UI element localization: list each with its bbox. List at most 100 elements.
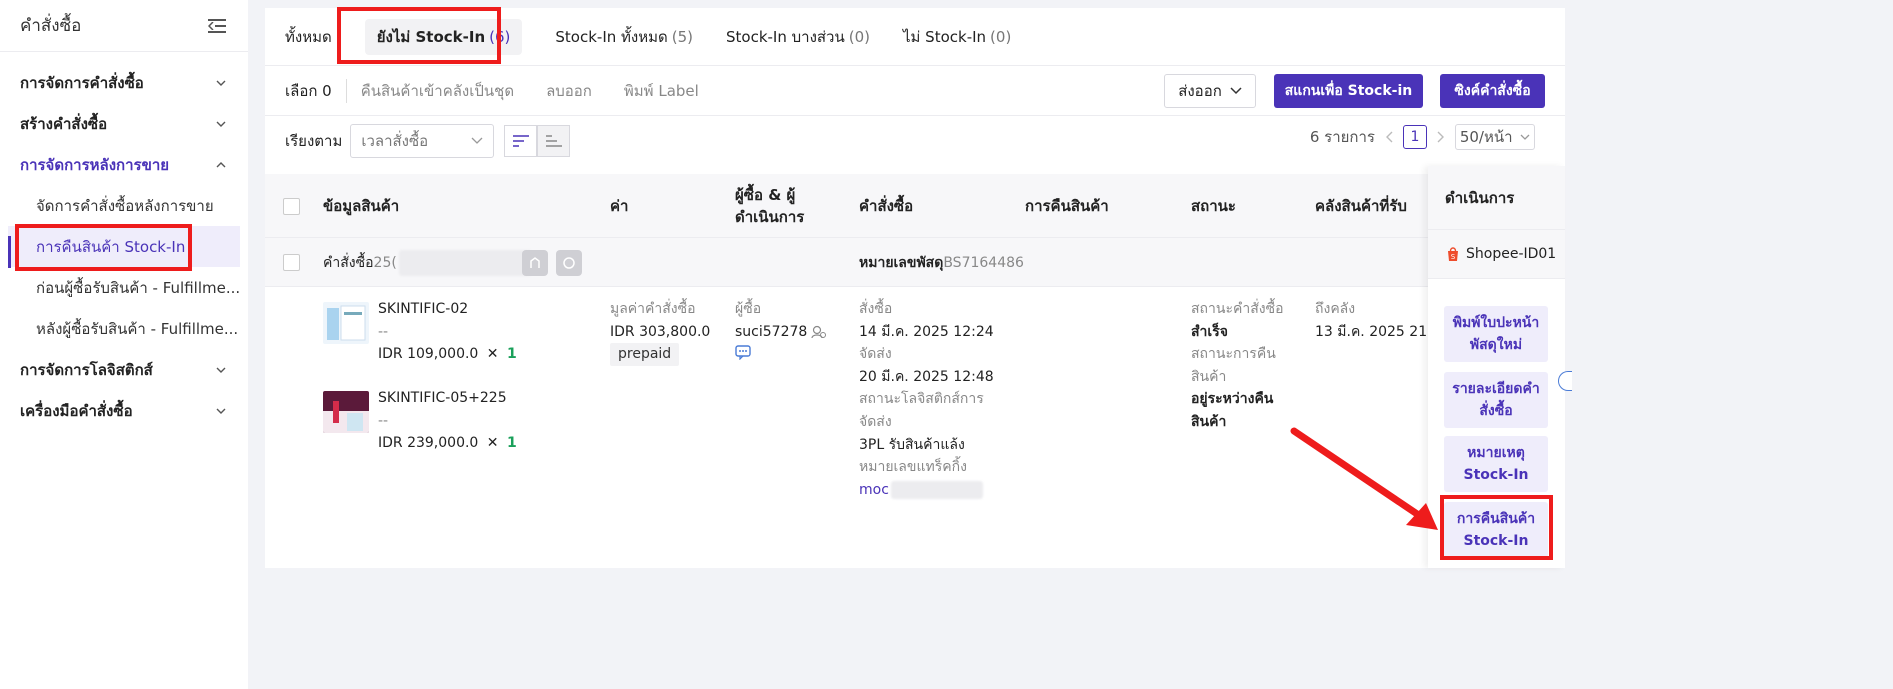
sidebar-item-return-stock-in[interactable]: การคืนสินค้า Stock-In — [8, 226, 240, 267]
tab-not-stocked-in[interactable]: ยังไม่ Stock-In (6) — [364, 18, 523, 55]
product-price: IDR 239,000.0 — [378, 435, 479, 452]
sort-direction-toggle — [504, 125, 571, 157]
action-bar: เลือก 0 คืนสินค้าเข้าคลังเป็นชุด ลบออก พ… — [265, 66, 1565, 116]
delete-button[interactable]: ลบออก — [546, 79, 592, 103]
sort-label: เรียงตาม — [285, 132, 343, 150]
sort-select[interactable]: เวลาสั่งซื้อ — [350, 124, 495, 158]
tab-partial-stocked-in[interactable]: Stock-In บางส่วน (0) — [726, 19, 870, 55]
tab-all[interactable]: ทั้งหมด — [285, 19, 332, 55]
logistics-label: สถานะโลจิสติกส์การ — [859, 391, 984, 408]
chevron-down-icon — [216, 80, 226, 86]
redacted-block — [398, 249, 531, 276]
sidebar-item-before-receipt-fulfillment[interactable]: ก่อนผู้ซื้อรับสินค้า - Fulfillme... — [0, 267, 248, 308]
action-label: พัสดุใหม่ — [1469, 337, 1523, 353]
sidebar-item-label: ก่อนผู้ซื้อรับสินค้า - Fulfillme... — [36, 278, 241, 297]
copy-icon[interactable] — [522, 249, 548, 276]
sidebar-group-after-sales[interactable]: การจัดการหลังการขาย — [0, 144, 248, 185]
sort-ascending-icon[interactable] — [537, 125, 571, 157]
print-new-label-button[interactable]: พิมพ์ใบปะหน้า พัสดุใหม่ — [1444, 306, 1548, 362]
tab-label: Stock-In ทั้งหมด — [555, 27, 668, 46]
tracking-link[interactable]: moc — [859, 479, 889, 502]
order-value: มูลค่าคำสั่งซื้อ IDR 303,800.0 prepaid — [610, 298, 710, 366]
bulk-restock-button[interactable]: คืนสินค้าเข้าคลังเป็นชุด — [361, 79, 514, 103]
select-all-checkbox[interactable] — [283, 197, 300, 215]
chat-icon[interactable] — [735, 345, 751, 361]
sidebar-group-order-management[interactable]: การจัดการคำสั่งซื้อ — [0, 62, 248, 103]
action-label: การคืนสินค้า — [1456, 511, 1536, 527]
product-name: SKINTIFIC-05+225 — [378, 390, 507, 406]
header-return: การคืนสินค้า — [1025, 197, 1109, 215]
scroll-indicator — [1558, 371, 1572, 391]
action-label: หมายเหตุ — [1467, 445, 1525, 461]
tab-no-stock-in[interactable]: ไม่ Stock-In (0) — [903, 19, 1011, 55]
sort-bar: เรียงตาม เวลาสั่งซื้อ 6 รายการ 1 50/หน้า — [265, 116, 1565, 166]
sync-orders-button[interactable]: ซิงค์คำสั่งซื้อ — [1440, 74, 1545, 108]
sidebar-group-label: เครื่องมือคำสั่งซื้อ — [20, 401, 133, 420]
sort-select-value: เวลาสั่งซื้อ — [361, 132, 429, 150]
stock-in-note-button[interactable]: หมายเหตุ Stock-In — [1444, 436, 1548, 492]
tab-all-stocked-in[interactable]: Stock-In ทั้งหมด (5) — [555, 19, 693, 55]
order-checkbox[interactable] — [283, 254, 300, 271]
sort-descending-icon[interactable] — [504, 125, 538, 157]
header-action: ดำเนินการ — [1428, 166, 1565, 230]
sidebar-item-label: หลังผู้ซื้อรับสินค้า - Fulfillme... — [36, 319, 239, 338]
sidebar-group-order-tools[interactable]: เครื่องมือคำสั่งซื้อ — [0, 390, 248, 431]
sidebar-group-label: การจัดการหลังการขาย — [20, 155, 170, 174]
prev-page-icon[interactable] — [1385, 131, 1393, 143]
svg-text:S: S — [1451, 253, 1456, 261]
shop-label: Shopee-ID01 — [1466, 246, 1557, 262]
sidebar-item-after-sales-orders[interactable]: จัดการคำสั่งซื้อหลังการขาย — [0, 185, 248, 226]
header-buyer: ผู้ซื้อ & ผู้ดำเนินการ — [735, 186, 805, 226]
action-label: รายละเอียดคำ — [1452, 381, 1540, 397]
next-page-icon[interactable] — [1437, 131, 1445, 143]
sidebar-active-indicator — [8, 236, 11, 268]
product-image — [323, 391, 369, 433]
user-icon[interactable] — [811, 325, 827, 339]
tab-label: Stock-In บางส่วน — [726, 27, 845, 46]
collapse-menu-icon[interactable] — [208, 18, 226, 33]
order-info: สั่งซื้อ 14 มี.ค. 2025 12:24 จัดส่ง 20 ม… — [859, 298, 994, 501]
tab-count: (6) — [489, 27, 511, 46]
product-price: IDR 109,000.0 — [378, 346, 479, 363]
order-status: สำเร็จ — [1191, 323, 1228, 340]
return-status: สินค้า — [1191, 413, 1227, 430]
export-button[interactable]: ส่งออก — [1164, 74, 1256, 108]
product-variant: -- — [378, 323, 389, 340]
order-value-amount: IDR 303,800.0 — [610, 323, 711, 340]
order-details-button[interactable]: รายละเอียดคำ สั่งซื้อ — [1444, 372, 1548, 428]
page-size-select[interactable]: 50/หน้า — [1455, 124, 1535, 150]
total-count: 6 รายการ — [1309, 128, 1375, 146]
shopee-icon: S — [1448, 247, 1458, 261]
tab-count: (5) — [671, 27, 693, 46]
sidebar-group-create-order[interactable]: สร้างคำสั่งซื้อ — [0, 103, 248, 144]
sidebar-group-label: การจัดการคำสั่งซื้อ — [20, 73, 144, 92]
chevron-down-icon — [1230, 87, 1242, 95]
product-info: SKINTIFIC-02 -- IDR 109,000.0 ✕ 1 — [378, 298, 517, 366]
tab-count: (0) — [848, 27, 870, 46]
order-row: คำสั่งซื้อ 25( หมายเลขพัสดุ BS7164486 — [265, 238, 1565, 287]
order-number: 25( — [373, 254, 397, 271]
product-info: SKINTIFIC-05+225 -- IDR 239,000.0 ✕ 1 — [378, 387, 517, 455]
scan-stock-in-button[interactable]: สแกนเพื่อ Stock-in — [1274, 74, 1423, 108]
return-stock-in-button[interactable]: การคืนสินค้า Stock-In — [1444, 502, 1548, 558]
tab-bar: ทั้งหมด ยังไม่ Stock-In (6) Stock-In ทั้ง… — [265, 8, 1565, 66]
tracking-number: BS7164486 — [943, 254, 1024, 271]
support-icon[interactable] — [556, 249, 582, 276]
tracking-label: หมายเลขแทร็คกิ้ง — [859, 459, 967, 476]
tab-label: ไม่ Stock-In — [902, 27, 987, 46]
arrow-annotation — [1290, 427, 1438, 530]
sidebar-item-after-receipt-fulfillment[interactable]: หลังผู้ซื้อรับสินค้า - Fulfillme... — [0, 308, 248, 349]
tab-count: (0) — [990, 27, 1012, 46]
buyer-info: ผู้ซื้อ suci57278 — [735, 298, 827, 368]
export-label: ส่งออก — [1178, 82, 1222, 100]
sidebar-group-logistics[interactable]: การจัดการโลจิสติกส์ — [0, 349, 248, 390]
order-value-label: มูลค่าคำสั่งซื้อ — [610, 301, 696, 317]
tab-label: ยังไม่ Stock-In — [376, 27, 486, 46]
print-label-button[interactable]: พิมพ์ Label — [624, 79, 699, 103]
page-number[interactable]: 1 — [1403, 125, 1427, 149]
chevron-down-icon — [216, 408, 226, 414]
header-order: คำสั่งซื้อ — [859, 197, 914, 215]
pagination: 6 รายการ 1 50/หน้า — [1310, 124, 1535, 150]
payment-tag: prepaid — [610, 343, 680, 366]
tab-label: ทั้งหมด — [285, 27, 332, 46]
